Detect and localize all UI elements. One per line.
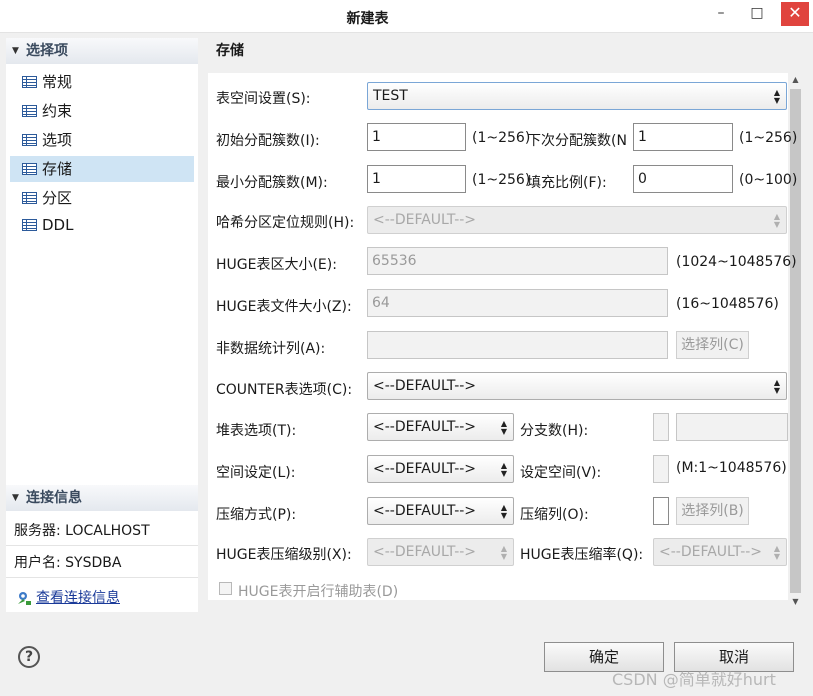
huge-level-label: HUGE表压缩级别(X): [216,547,352,563]
collapse-icon: ▼ [12,493,19,503]
huge-file-label: HUGE表文件大小(Z): [216,299,352,315]
table-icon [22,76,37,88]
space-label: 空间设定(L): [216,465,296,481]
scroll-thumb[interactable] [790,89,801,593]
compress-cols-label: 压缩列(O): [520,507,589,523]
section-title: 存储 [216,43,244,59]
table-icon [22,134,37,146]
branch-label: 分支数(H): [520,423,589,439]
select-compress-columns-button: 选择列(B) [676,497,749,525]
vertical-scrollbar[interactable]: ▲ ▼ [788,73,803,609]
server-info: 服务器: LOCALHOST [6,516,198,546]
watermark: CSDN @简单就好hurt [612,670,776,689]
set-space-label: 设定空间(V): [520,465,602,481]
table-icon [22,163,37,175]
nav-item-partition[interactable]: 分区 [10,185,194,211]
nav-item-general[interactable]: 常规 [10,69,194,95]
spinner-icon: ▲ ▼ [500,544,507,561]
huge-aux-checkbox [219,582,232,595]
hash-rule-label: 哈希分区定位规则(H): [216,215,355,231]
connection-section-header[interactable]: ▼ 连接信息 [6,485,198,511]
spinner-icon: ▲ ▼ [500,461,507,478]
maximize-button[interactable]: □ [744,3,770,25]
next-extents-label: 下次分配簇数(N [527,133,627,149]
tablespace-label: 表空间设置(S): [216,91,311,107]
space-select[interactable]: <--DEFAULT--> ▲ ▼ [367,455,514,483]
init-extents-range: (1~256) [472,130,531,146]
spinner-icon: ▲ ▼ [773,378,780,395]
fill-factor-range: (0~100) [739,172,798,188]
huge-extent-input: 65536 [367,247,668,275]
branch-small-field [653,413,669,441]
nav-item-ddl[interactable]: DDL [10,212,194,238]
table-icon [22,219,37,231]
select-columns-button: 选择列(C) [676,331,749,359]
options-section-header[interactable]: ▼ 选择项 [6,38,198,64]
huge-extent-label: HUGE表区大小(E): [216,257,337,273]
nav-item-constraints[interactable]: 约束 [10,98,194,124]
set-space-input [653,455,669,483]
spinner-icon: ▲ ▼ [773,212,780,229]
nav-item-options[interactable]: 选项 [10,127,194,153]
spinner-icon: ▲ ▼ [773,544,780,561]
huge-file-input: 64 [367,289,668,317]
huge-extent-range: (1024~1048576) [676,254,797,270]
title-bar: 新建表 – □ ✕ [0,0,813,33]
min-extents-label: 最小分配簇数(M): [216,175,328,191]
counter-select[interactable]: <--DEFAULT--> ▲ ▼ [367,372,787,400]
scroll-down-icon[interactable]: ▼ [788,597,803,606]
close-button[interactable]: ✕ [781,2,809,26]
non-stat-label: 非数据统计列(A): [216,341,326,357]
huge-rate-select: <--DEFAULT--> ▲ ▼ [653,538,787,566]
window-title: 新建表 [346,11,389,27]
next-extents-input[interactable]: 1 [633,123,733,151]
hash-rule-select: <--DEFAULT--> ▲ ▼ [367,206,787,234]
help-icon[interactable]: ? [18,646,40,668]
spinner-icon: ▲ ▼ [500,503,507,520]
heap-label: 堆表选项(T): [216,423,297,439]
compress-select[interactable]: <--DEFAULT--> ▲ ▼ [367,497,514,525]
left-panel: ▼ 选择项 常规 约束 选项 存储 分区 DDL ▼ 连接信息 服务器: LOC… [6,38,198,612]
set-space-range: (M:1~1048576) [676,460,787,476]
connection-icon [18,592,31,605]
non-stat-input [367,331,668,359]
heap-select[interactable]: <--DEFAULT--> ▲ ▼ [367,413,514,441]
user-info: 用户名: SYSDBA [6,548,198,578]
init-extents-label: 初始分配簇数(I): [216,133,320,149]
table-icon [22,105,37,117]
table-icon [22,192,37,204]
nav-item-storage[interactable]: 存储 [10,156,194,182]
view-connection-link[interactable]: 查看连接信息 [6,587,198,613]
counter-label: COUNTER表选项(C): [216,382,353,398]
fill-factor-label: 填充比例(F): [527,175,607,191]
branch-input [676,413,788,441]
compress-label: 压缩方式(P): [216,507,297,523]
spinner-icon: ▲ ▼ [500,419,507,436]
scroll-up-icon[interactable]: ▲ [788,75,803,84]
min-extents-input[interactable]: 1 [367,165,466,193]
compress-cols-input[interactable] [653,497,669,525]
next-extents-range: (1~256) [739,130,798,146]
tablespace-select[interactable]: TEST ▲ ▼ [367,82,787,110]
view-connection-text[interactable]: 查看连接信息 [36,590,120,606]
spinner-icon: ▲ ▼ [773,88,780,105]
collapse-icon: ▼ [12,46,19,56]
huge-aux-label: HUGE表开启行辅助表(D) [238,584,399,600]
huge-level-select: <--DEFAULT--> ▲ ▼ [367,538,514,566]
huge-file-range: (16~1048576) [676,296,779,312]
huge-rate-label: HUGE表压缩率(Q): [520,547,644,563]
init-extents-input[interactable]: 1 [367,123,466,151]
fill-factor-input[interactable]: 0 [633,165,733,193]
min-extents-range: (1~256) [472,172,531,188]
minimize-button[interactable]: – [708,3,734,25]
